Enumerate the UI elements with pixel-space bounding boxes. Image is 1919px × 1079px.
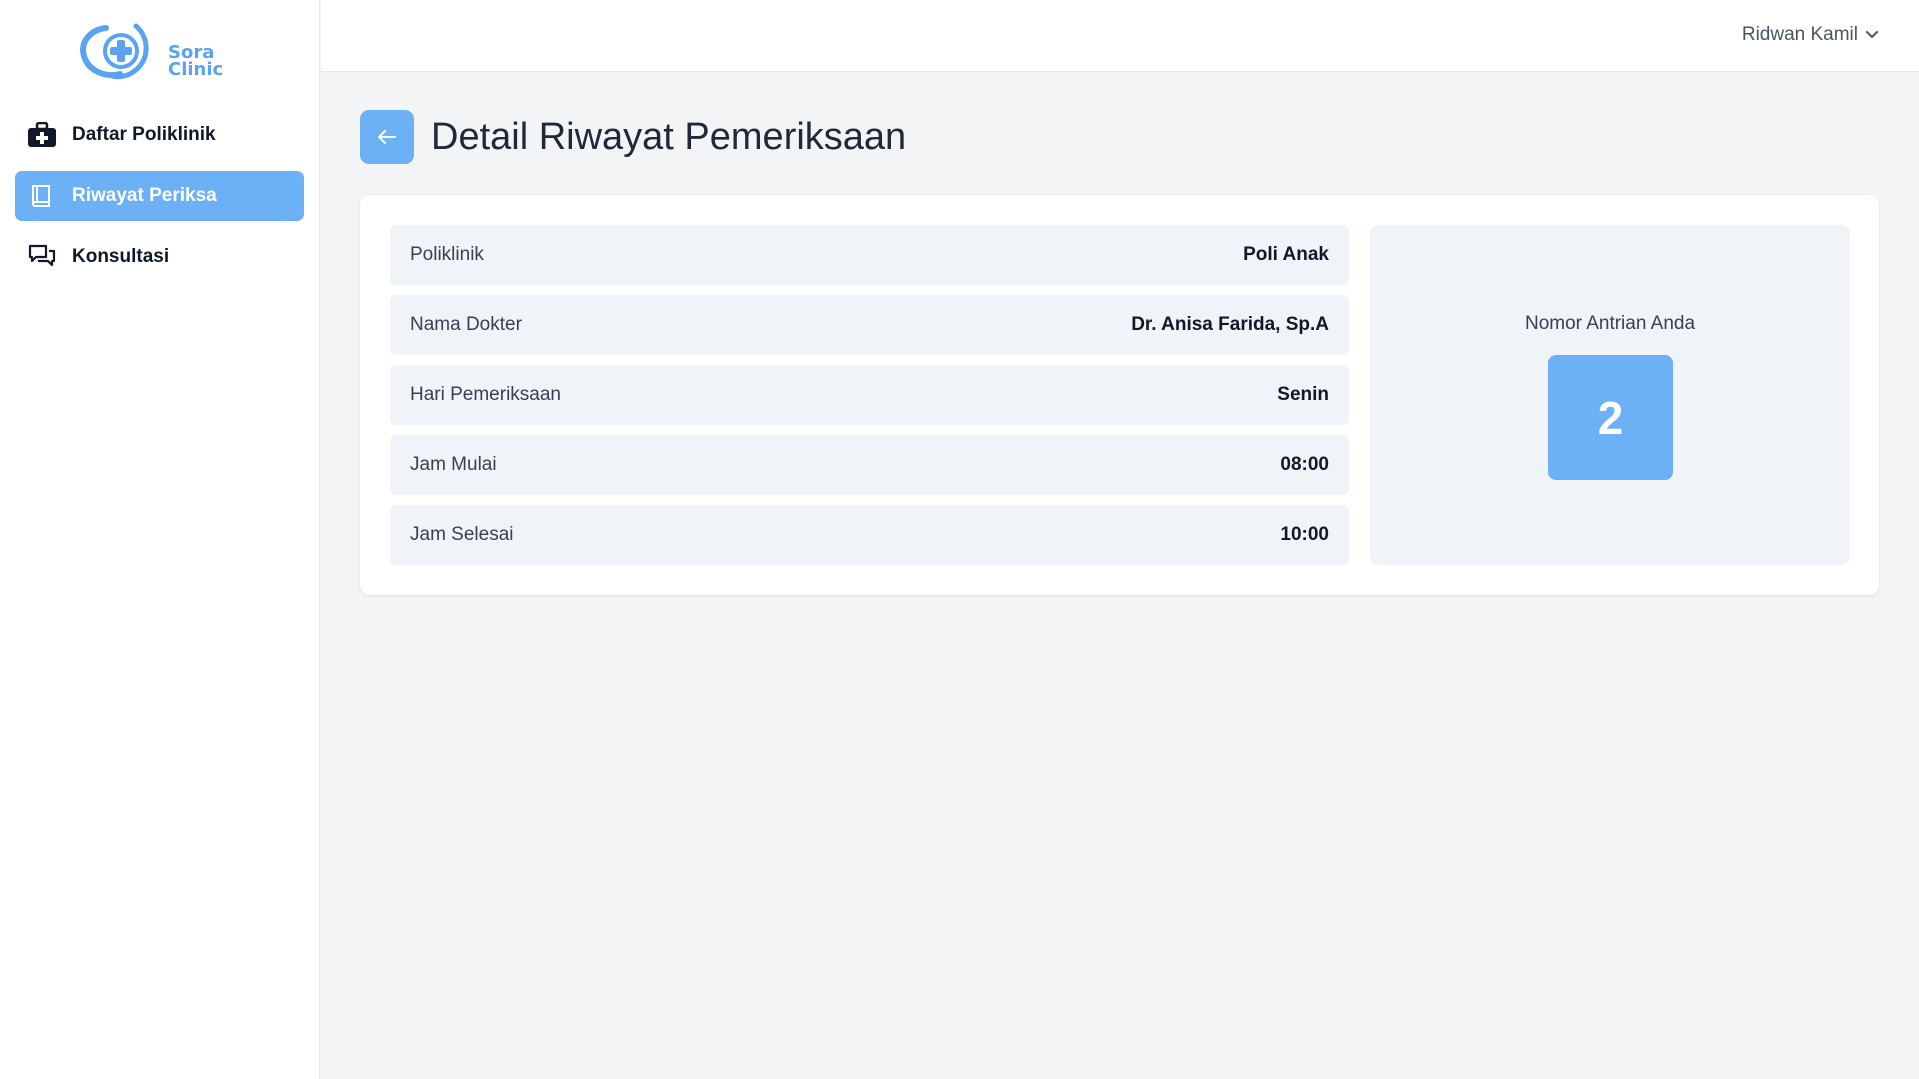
topbar: Ridwan Kamil (321, 0, 1919, 72)
sidebar-item-label: Konsultasi (72, 246, 170, 267)
detail-list: Poliklinik Poli Anak Nama Dokter Dr. Ani… (390, 225, 1349, 575)
detail-row-jam-selesai: Jam Selesai 10:00 (390, 505, 1349, 565)
detail-label: Jam Mulai (410, 454, 497, 475)
user-name: Ridwan Kamil (1741, 24, 1858, 45)
sidebar: Sora Clinic Daftar Poliklinik Riwayat Pe… (0, 0, 320, 1079)
medical-bag-icon (26, 119, 58, 151)
detail-row-poliklinik: Poliklinik Poli Anak (390, 225, 1349, 285)
arrow-left-icon (378, 130, 396, 144)
detail-label: Nama Dokter (410, 314, 522, 335)
chat-bubbles-icon (26, 241, 58, 273)
sidebar-item-label: Daftar Poliklinik (72, 124, 216, 145)
detail-value: Poli Anak (1243, 244, 1329, 265)
detail-value: Dr. Anisa Farida, Sp.A (1131, 314, 1329, 335)
sidebar-item-label: Riwayat Periksa (72, 185, 217, 206)
sidebar-nav: Daftar Poliklinik Riwayat Periksa Konsul… (15, 110, 304, 293)
queue-number: 2 (1548, 355, 1673, 480)
brand-logo[interactable]: Sora Clinic (76, 22, 236, 84)
detail-value: Senin (1277, 384, 1329, 405)
queue-panel: Nomor Antrian Anda 2 (1370, 225, 1850, 565)
detail-row-nama-dokter: Nama Dokter Dr. Anisa Farida, Sp.A (390, 295, 1349, 355)
detail-row-jam-mulai: Jam Mulai 08:00 (390, 435, 1349, 495)
detail-label: Hari Pemeriksaan (410, 384, 561, 405)
detail-row-hari-pemeriksaan: Hari Pemeriksaan Senin (390, 365, 1349, 425)
detail-card: Poliklinik Poli Anak Nama Dokter Dr. Ani… (360, 195, 1879, 595)
detail-label: Poliklinik (410, 244, 484, 265)
book-icon (26, 180, 58, 212)
queue-label: Nomor Antrian Anda (1524, 313, 1696, 334)
detail-value: 10:00 (1280, 524, 1329, 545)
brand-name: Sora Clinic (168, 44, 224, 80)
detail-value: 08:00 (1280, 454, 1329, 475)
user-menu-button[interactable]: Ridwan Kamil (1742, 24, 1878, 46)
detail-label: Jam Selesai (410, 524, 514, 545)
sidebar-item-daftar-poliklinik[interactable]: Daftar Poliklinik (15, 110, 304, 160)
sidebar-item-riwayat-periksa[interactable]: Riwayat Periksa (15, 171, 304, 221)
chevron-down-icon (1866, 31, 1878, 38)
page-header: Detail Riwayat Pemeriksaan (360, 110, 1879, 164)
app-root: Sora Clinic Daftar Poliklinik Riwayat Pe… (0, 0, 1919, 1079)
page-title: Detail Riwayat Pemeriksaan (431, 115, 907, 158)
clinic-logo-icon (80, 23, 149, 80)
back-button[interactable] (360, 110, 414, 164)
main-content: Detail Riwayat Pemeriksaan Poliklinik Po… (360, 110, 1879, 595)
sidebar-item-konsultasi[interactable]: Konsultasi (15, 232, 304, 282)
brand-line-2: Clinic (168, 59, 224, 80)
